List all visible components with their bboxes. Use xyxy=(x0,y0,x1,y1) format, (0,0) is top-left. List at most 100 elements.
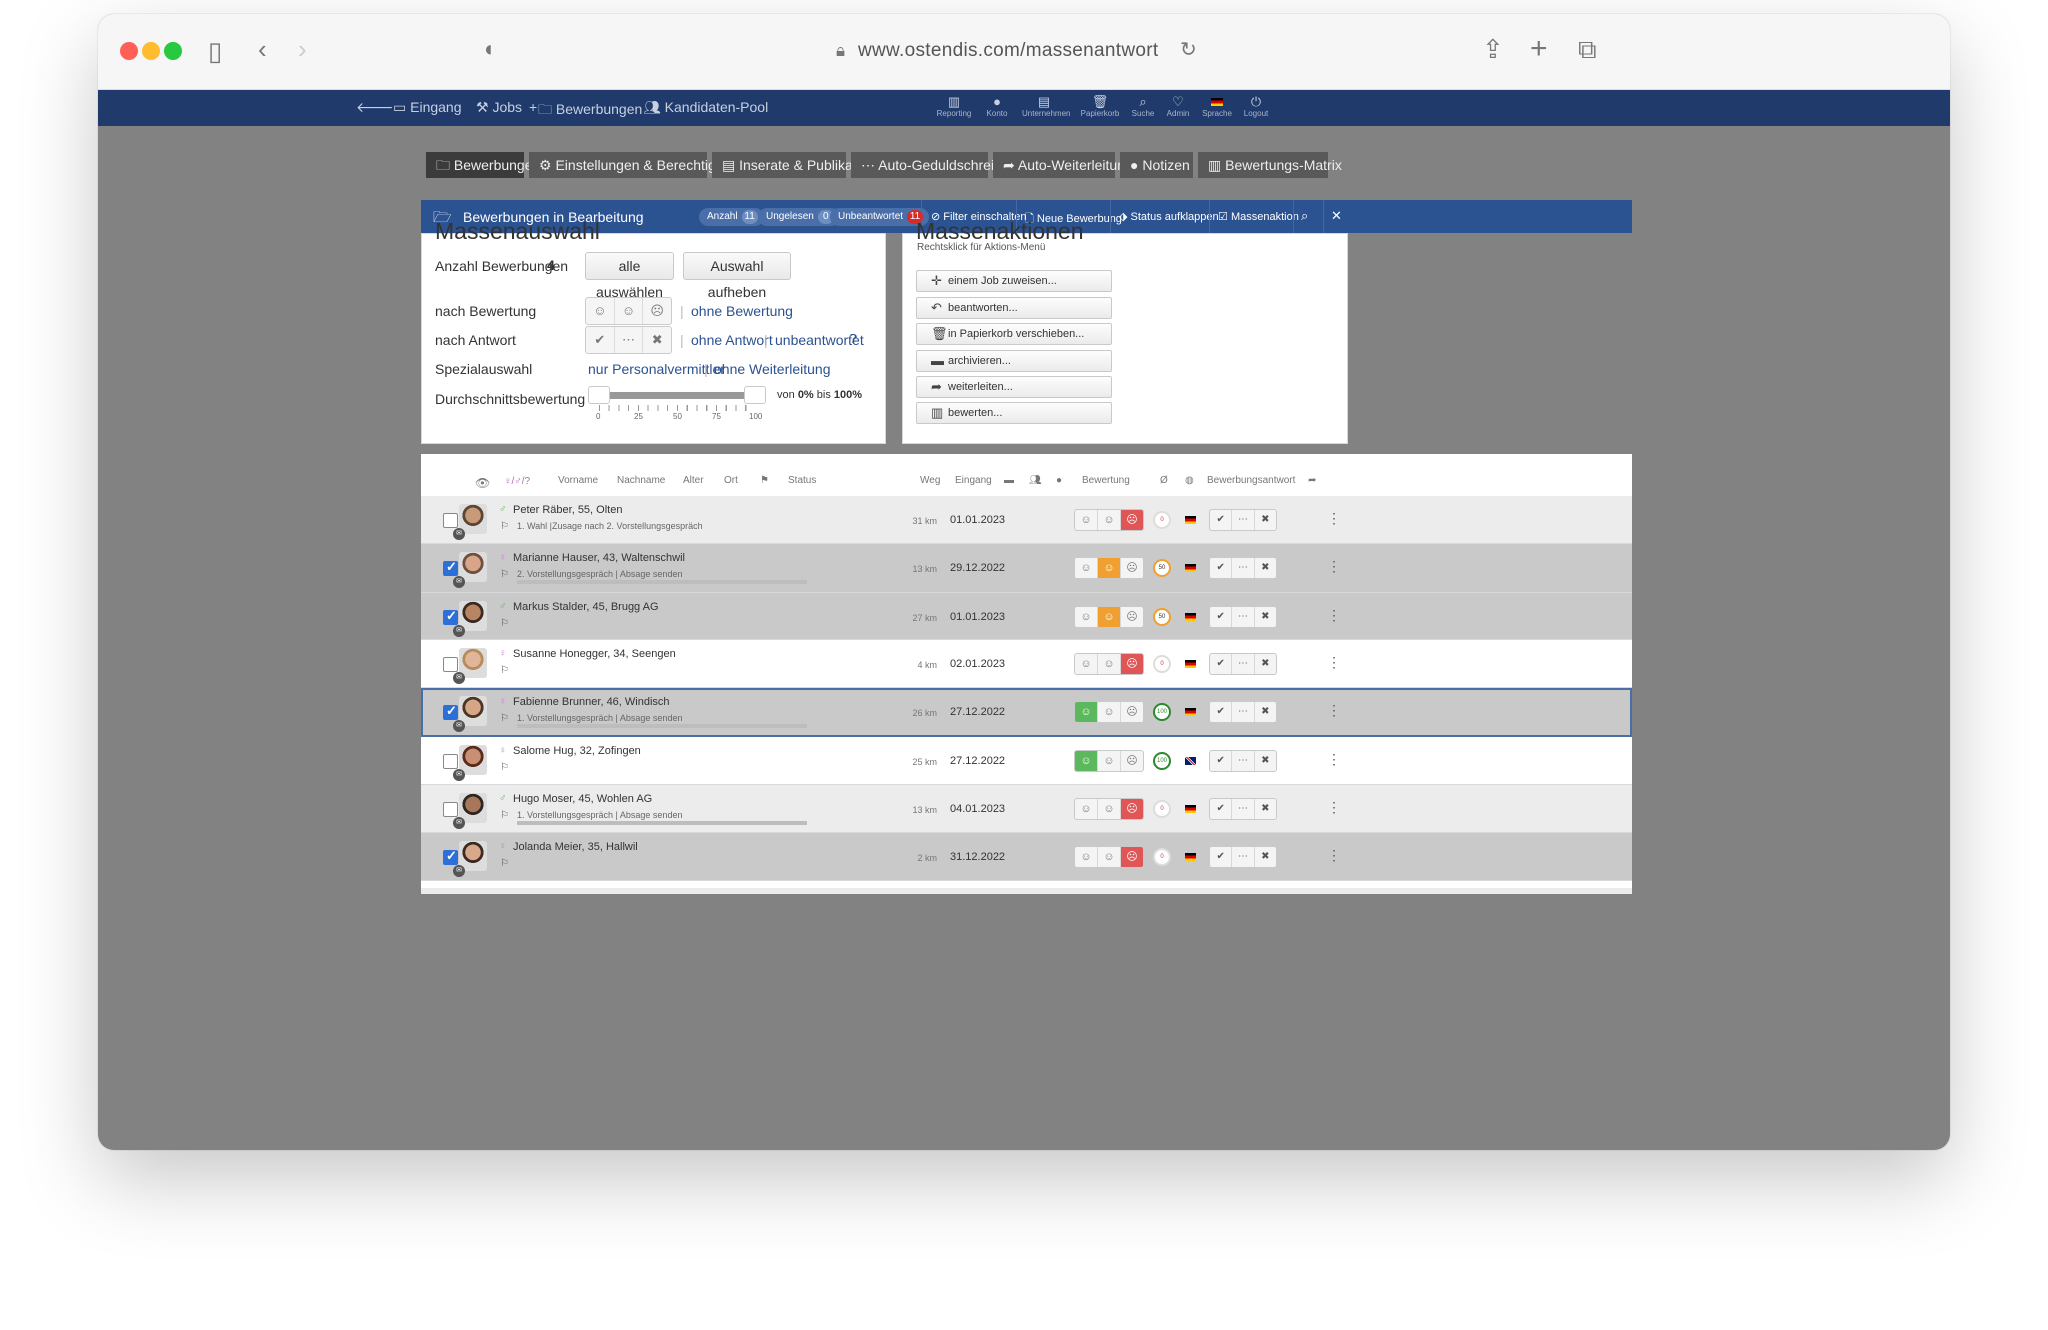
forward-button[interactable]: ➦ weiterleiten... xyxy=(916,376,1112,398)
nav-account[interactable]: ● Konto xyxy=(975,94,1019,118)
ellipsis-icon[interactable]: ⋯ xyxy=(1232,799,1255,819)
smile-icon[interactable]: ☺ xyxy=(1075,558,1098,578)
frown-icon[interactable]: ☹ xyxy=(1121,510,1143,530)
smile-icon[interactable]: ☺ xyxy=(1075,702,1098,722)
flag-icon[interactable]: ⚐ xyxy=(500,665,509,676)
reply-button[interactable]: ↶ beantworten... xyxy=(916,297,1112,319)
envelope-icon[interactable]: ✉ xyxy=(453,672,465,684)
tab-bewerbungen[interactable]: 🗀 Bewerbungen xyxy=(426,152,540,178)
x-icon[interactable]: ✖ xyxy=(1255,510,1276,530)
smile-icon[interactable]: ☺ xyxy=(1075,799,1098,819)
nav-company[interactable]: ▤ Unternehmen xyxy=(1022,94,1070,118)
table-row[interactable]: ✉ ♂ Peter Räber, 55, Olten ⚐ 1. Wahl |Zu… xyxy=(421,496,1632,544)
check-icon[interactable]: ✔ xyxy=(1210,702,1233,722)
envelope-icon[interactable]: ✉ xyxy=(453,720,465,732)
row-menu-icon[interactable]: ⋮ xyxy=(1327,655,1341,669)
frown-icon[interactable]: ☹ xyxy=(1121,702,1143,722)
ellipsis-icon[interactable]: ⋯ xyxy=(1232,847,1255,867)
globe-column-icon[interactable]: ◍ xyxy=(1185,475,1194,486)
sex-column-header[interactable]: ♀/♂/? xyxy=(504,476,530,487)
tab-rating-matrix[interactable]: ▥ Bewertungs-Matrix xyxy=(1198,152,1342,178)
weg-column-header[interactable]: Weg xyxy=(920,475,940,486)
tab-auto-patience[interactable]: ⋯ Auto-Geduldschreiben xyxy=(851,152,1017,178)
tab-settings[interactable]: ⚙ Einstellungen & Berechtigungen xyxy=(529,152,755,178)
ellipsis-icon[interactable]: ⋯ xyxy=(1232,654,1255,674)
x-icon[interactable]: ✖ xyxy=(1255,558,1276,578)
nav-candidate-pool[interactable]: 👥︎ Kandidaten-Pool xyxy=(643,99,768,116)
tab-overview-icon[interactable]: ⧉ xyxy=(1578,36,1597,62)
no-forward-link[interactable]: ohne Weiterleitung xyxy=(714,361,830,377)
envelope-icon[interactable]: ✉ xyxy=(453,625,465,637)
flag-icon[interactable]: ⚐ xyxy=(500,521,509,532)
row-checkbox[interactable] xyxy=(443,559,458,576)
nachname-column-header[interactable]: Nachname xyxy=(617,475,665,486)
new-tab-icon[interactable]: + xyxy=(1530,34,1548,64)
table-row[interactable]: ✉ ♀ Fabienne Brunner, 46, Windisch ⚐ 1. … xyxy=(421,688,1632,737)
row-menu-icon[interactable]: ⋮ xyxy=(1327,559,1341,573)
nav-trash[interactable]: 🗑︎ Papierkorb xyxy=(1078,94,1122,118)
share-icon[interactable]: ⇪ xyxy=(1482,36,1504,62)
applicant-name[interactable]: Jolanda Meier, 35, Hallwil xyxy=(513,841,638,853)
table-row[interactable]: ✉ ♂ Hugo Moser, 45, Wohlen AG ⚐ 1. Vorst… xyxy=(421,785,1632,833)
table-row[interactable]: ✉ ♀ Jolanda Meier, 35, Hallwil ⚐ 2 km 31… xyxy=(421,833,1632,881)
panel-search-icon[interactable]: ⌕ xyxy=(1301,208,1308,224)
archive-column-icon[interactable]: ▬ xyxy=(1004,475,1014,486)
x-icon[interactable]: ✖ xyxy=(1255,799,1276,819)
check-icon[interactable]: ✔ xyxy=(1210,847,1233,867)
neutral-icon[interactable]: ☺ xyxy=(615,298,644,324)
comment-column-icon[interactable]: ● xyxy=(1056,475,1062,486)
check-icon[interactable]: ✔ xyxy=(1210,558,1233,578)
archive-button[interactable]: ▬ archivieren... xyxy=(916,350,1112,372)
frown-icon[interactable]: ☹ xyxy=(1121,799,1143,819)
row-checkbox[interactable] xyxy=(443,513,458,528)
help-icon[interactable]: ❓︎ xyxy=(850,332,857,347)
flag-column-icon[interactable]: ⚑ xyxy=(760,475,769,486)
ort-column-header[interactable]: Ort xyxy=(724,475,738,486)
back-icon[interactable]: ‹ xyxy=(258,36,267,62)
flag-icon[interactable]: ⚐ xyxy=(500,569,509,580)
frown-icon[interactable]: ☹ xyxy=(1121,607,1143,627)
row-menu-icon[interactable]: ⋮ xyxy=(1327,703,1341,717)
forward-column-icon[interactable]: ➦ xyxy=(1308,475,1316,486)
minimize-window-button[interactable] xyxy=(142,42,160,60)
rate-button[interactable]: ▥ bewerten... xyxy=(916,402,1112,424)
clear-selection-button[interactable]: Auswahl aufheben xyxy=(683,252,791,300)
check-icon[interactable]: ✔ xyxy=(1210,510,1233,530)
nav-logout[interactable]: ⏻ Logout xyxy=(1234,94,1278,118)
smile-icon[interactable]: ☺ xyxy=(1075,654,1098,674)
sidebar-toggle-icon[interactable]: ▯ xyxy=(208,38,222,64)
tab-notes[interactable]: ● Notizen xyxy=(1120,152,1193,178)
row-checkbox[interactable] xyxy=(443,608,458,625)
applicant-name[interactable]: Hugo Moser, 45, Wohlen AG xyxy=(513,793,652,805)
x-icon[interactable]: ✖ xyxy=(1255,751,1276,771)
envelope-icon[interactable]: ✉ xyxy=(453,865,465,877)
address-bar[interactable]: www.ostendis.com/massenantwort xyxy=(858,40,1158,62)
row-checkbox[interactable] xyxy=(443,657,458,672)
row-checkbox[interactable] xyxy=(443,754,458,769)
table-row[interactable]: ✉ ♂ Markus Stalder, 45, Brugg AG ⚐ 27 km… xyxy=(421,593,1632,640)
tab-ads[interactable]: ▤ Inserate & Publikation xyxy=(712,152,875,178)
average-column-header[interactable]: Ø xyxy=(1160,475,1168,486)
applicant-name[interactable]: Salome Hug, 32, Zofingen xyxy=(513,745,641,757)
select-all-button[interactable]: alle auswählen xyxy=(585,252,674,300)
frown-icon[interactable]: ☹ xyxy=(1121,751,1143,771)
neutral-icon[interactable]: ☺ xyxy=(1098,751,1121,771)
ellipsis-icon[interactable]: ⋯ xyxy=(1232,558,1255,578)
antwort-column-header[interactable]: Bewerbungsantwort xyxy=(1207,475,1295,486)
assign-job-button[interactable]: ✛ einem Job zuweisen... xyxy=(916,270,1112,292)
neutral-icon[interactable]: ☺ xyxy=(1098,799,1121,819)
range-slider-track[interactable] xyxy=(598,392,754,399)
row-checkbox[interactable] xyxy=(443,848,458,865)
flag-icon[interactable]: ⚐ xyxy=(500,618,509,629)
x-icon[interactable]: ✖ xyxy=(1255,702,1276,722)
nav-jobs[interactable]: ⚒ Jobs xyxy=(476,99,522,116)
flag-icon[interactable]: ⚐ xyxy=(500,762,509,773)
check-icon[interactable]: ✔ xyxy=(586,327,615,353)
neutral-icon[interactable]: ☺ xyxy=(1098,847,1121,867)
users-column-icon[interactable]: 👥︎ xyxy=(1029,475,1042,486)
nav-reporting[interactable]: ▥ Reporting xyxy=(932,94,976,118)
expand-status-button[interactable]: ⬗ Status aufklappen xyxy=(1119,210,1219,223)
smile-icon[interactable]: ☺ xyxy=(1075,751,1098,771)
ellipsis-icon[interactable]: ⋯ xyxy=(1232,607,1255,627)
forward-icon[interactable]: › xyxy=(298,36,307,62)
